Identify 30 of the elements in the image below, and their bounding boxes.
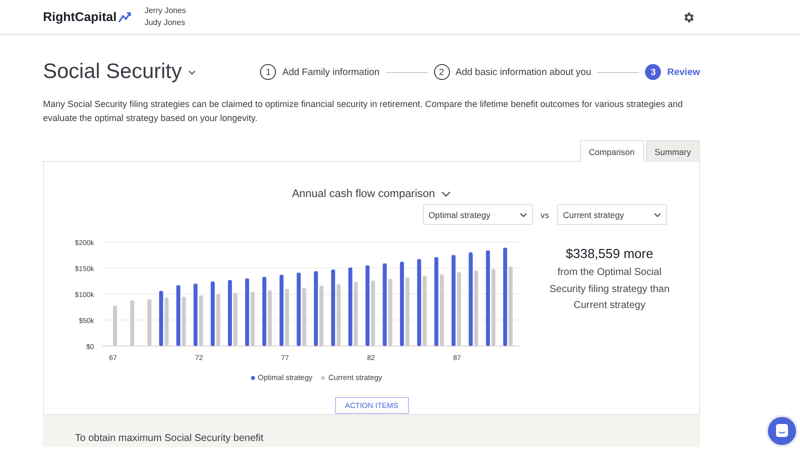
page-title: Social Security (43, 60, 182, 84)
chevron-down-icon[interactable] (188, 70, 196, 74)
tab[interactable]: Comparison (580, 140, 644, 162)
step-number: 2 (434, 64, 450, 80)
chart-heading: Annual cash flow comparison (292, 188, 436, 200)
strategy-dropdown[interactable]: Current strategy (557, 204, 667, 225)
chevron-down-icon[interactable] (441, 191, 452, 197)
benefit-amount: $338,559 more (566, 246, 654, 261)
step-label[interactable]: Add basic information about you (456, 66, 592, 78)
step-label[interactable]: Add Family information (282, 66, 380, 78)
trend-arrow-icon (118, 11, 132, 23)
section-heading: To obtain maximum Social Security benefit (75, 433, 264, 444)
chevron-down-icon (654, 212, 661, 216)
chevron-down-icon (520, 212, 526, 216)
bar (147, 299, 152, 346)
vs-label: vs (540, 210, 549, 220)
tab[interactable]: Summary (646, 140, 700, 162)
step-number: 1 (260, 64, 276, 80)
step-number: 3 (645, 64, 662, 80)
bar (113, 305, 117, 346)
description-text: Many Social Security filing strategies can be claimed to optimize financial security in retirement. Compare the lifetime benefit outcomes for various strategies and evaluate the optimal strategy based on your longevity. (43, 98, 684, 125)
logo-text: RightCapital (43, 10, 117, 24)
strategy-dropdown[interactable]: Optimal strategy (422, 204, 532, 225)
chat-icon[interactable] (766, 415, 798, 447)
user-name: Jerry Jones (144, 5, 186, 17)
step-label[interactable]: Review (667, 66, 700, 78)
bar (130, 300, 134, 346)
user-name: Judy Jones (144, 17, 186, 29)
benefit-description: from the Optimal Social Security filing strategy than Current strategy (548, 266, 671, 313)
settings-icon[interactable] (682, 10, 695, 24)
